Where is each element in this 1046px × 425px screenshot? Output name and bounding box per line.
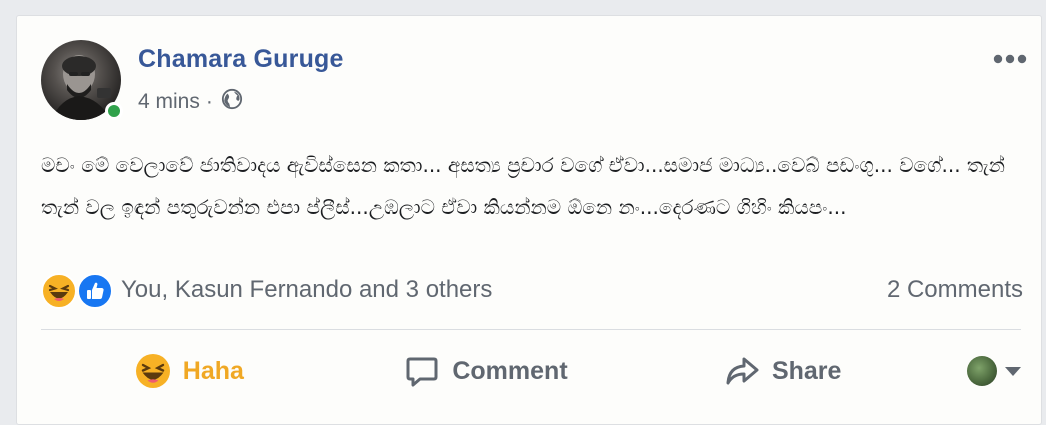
comments-count-link[interactable]: 2 Comments — [887, 276, 1023, 304]
more-horizontal-icon[interactable] — [993, 46, 1027, 66]
reaction-icons[interactable] — [41, 271, 117, 309]
comment-label: Comment — [452, 356, 568, 385]
online-status-indicator — [105, 102, 123, 120]
meta-separator: · — [205, 90, 213, 113]
post-card: Chamara Guruge 4 mins · මචං මේ වෙලාවේ ජා… — [16, 15, 1042, 425]
haha-reaction-button[interactable]: Haha — [41, 353, 338, 389]
author-avatar-container[interactable] — [41, 40, 123, 120]
haha-emoji-icon[interactable] — [41, 273, 77, 309]
comment-button[interactable]: Comment — [338, 353, 635, 389]
divider — [41, 329, 1021, 330]
share-arrow-icon — [724, 353, 760, 389]
share-label: Share — [771, 356, 842, 385]
share-button[interactable]: Share — [634, 353, 931, 389]
globe-icon[interactable] — [221, 88, 243, 116]
post-meta: 4 mins · — [138, 88, 243, 116]
haha-label: Haha — [182, 356, 244, 385]
post-timestamp[interactable]: 4 mins — [138, 90, 200, 114]
post-actions: Haha Comment Share — [41, 346, 1022, 396]
comment-bubble-icon — [404, 353, 440, 389]
post-body-text: මචං මේ වෙලාවේ ජාතිවාදය ඇවිස්සෙන කතා... අ… — [41, 153, 1005, 219]
author-name-link[interactable]: Chamara Guruge — [138, 45, 344, 74]
haha-emoji-icon — [135, 353, 171, 389]
reaction-summary-link[interactable]: You, Kasun Fernando and 3 others — [121, 276, 492, 304]
avatar — [967, 356, 998, 386]
like-thumb-icon[interactable] — [77, 273, 113, 309]
chevron-down-icon — [1005, 366, 1022, 376]
react-as-selector[interactable] — [931, 356, 1022, 386]
reactions-bar: You, Kasun Fernando and 3 others 2 Comme… — [41, 270, 1023, 310]
